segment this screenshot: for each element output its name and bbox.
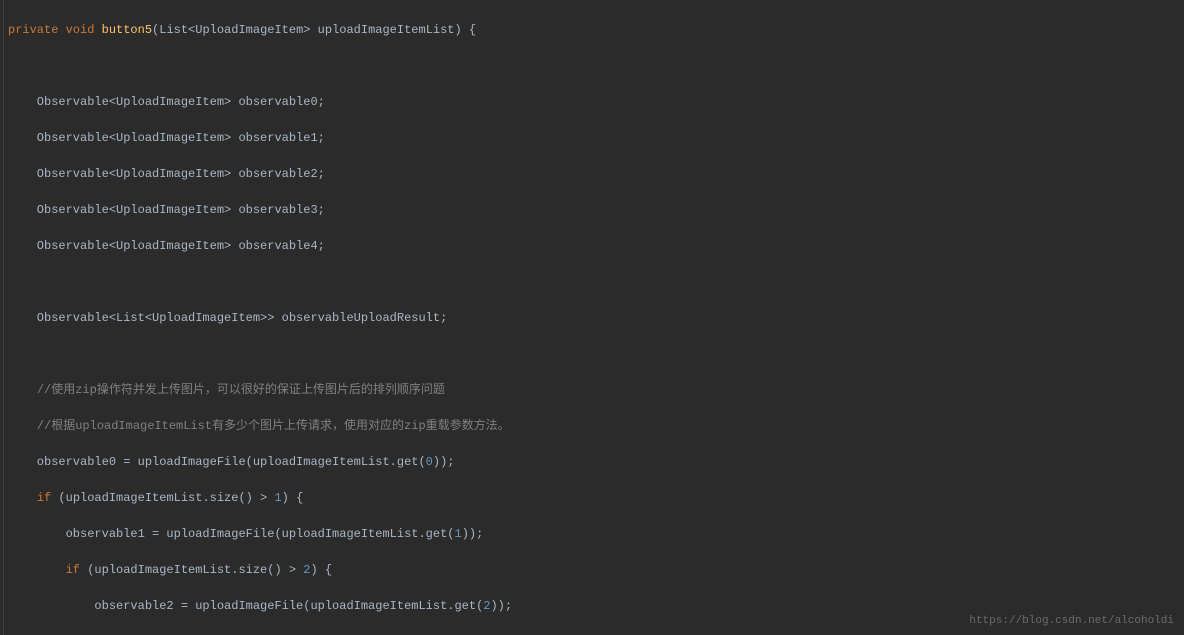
code-line: if (uploadImageItemList.size() > 1) { xyxy=(6,489,1184,507)
code-line xyxy=(6,57,1184,75)
code-line xyxy=(6,273,1184,291)
code-line: observable0 = uploadImageFile(uploadImag… xyxy=(6,453,1184,471)
code-line: private void button5(List<UploadImageIte… xyxy=(6,21,1184,39)
code-line: Observable<UploadImageItem> observable3; xyxy=(6,201,1184,219)
code-line: Observable<UploadImageItem> observable4; xyxy=(6,237,1184,255)
code-line: //根据uploadImageItemList有多少个图片上传请求，使用对应的z… xyxy=(6,417,1184,435)
watermark-text: https://blog.csdn.net/alcoholdi xyxy=(969,613,1174,630)
code-line: observable1 = uploadImageFile(uploadImag… xyxy=(6,525,1184,543)
code-line: Observable<UploadImageItem> observable0; xyxy=(6,93,1184,111)
code-line: if (uploadImageItemList.size() > 2) { xyxy=(6,561,1184,579)
code-content[interactable]: private void button5(List<UploadImageIte… xyxy=(4,0,1184,635)
code-line: Observable<UploadImageItem> observable1; xyxy=(6,129,1184,147)
code-line: Observable<UploadImageItem> observable2; xyxy=(6,165,1184,183)
code-line: //使用zip操作符并发上传图片，可以很好的保证上传图片后的排列顺序问题 xyxy=(6,381,1184,399)
code-line: Observable<List<UploadImageItem>> observ… xyxy=(6,309,1184,327)
code-editor[interactable]: private void button5(List<UploadImageIte… xyxy=(0,0,1184,635)
code-line xyxy=(6,345,1184,363)
